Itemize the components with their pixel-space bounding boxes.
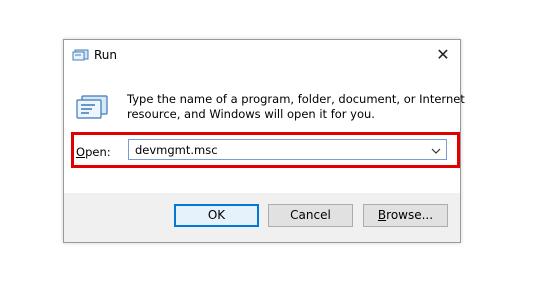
open-combobox[interactable]: devmgmt.msc xyxy=(128,139,447,160)
run-icon xyxy=(72,49,90,61)
button-bar: OK Cancel Browse... xyxy=(64,193,460,242)
dialog-body: Type the name of a program, folder, docu… xyxy=(64,70,465,193)
title-bar: Run ✕ xyxy=(64,40,460,70)
run-program-icon xyxy=(75,95,109,119)
description-line-2: resource, and Windows will open it for y… xyxy=(127,107,375,121)
dialog-description: Type the name of a program, folder, docu… xyxy=(127,92,465,122)
open-label-mnemonic: O xyxy=(76,145,86,159)
open-label: Open: xyxy=(76,145,111,159)
ok-button[interactable]: OK xyxy=(174,204,259,227)
close-button[interactable]: ✕ xyxy=(432,45,454,65)
cancel-button[interactable]: Cancel xyxy=(268,204,353,227)
window-title: Run xyxy=(94,48,118,62)
close-icon: ✕ xyxy=(436,45,450,64)
open-label-rest: pen: xyxy=(85,145,111,159)
chevron-down-icon[interactable] xyxy=(430,145,442,155)
description-line-1: Type the name of a program, folder, docu… xyxy=(127,92,465,106)
browse-mnemonic: B xyxy=(377,208,387,222)
browse-label-rest: rowse... xyxy=(386,208,434,222)
browse-button[interactable]: Browse... xyxy=(363,204,448,227)
open-input[interactable]: devmgmt.msc xyxy=(135,143,218,157)
run-dialog: Run ✕ Type the name of a program, folder… xyxy=(63,39,465,243)
